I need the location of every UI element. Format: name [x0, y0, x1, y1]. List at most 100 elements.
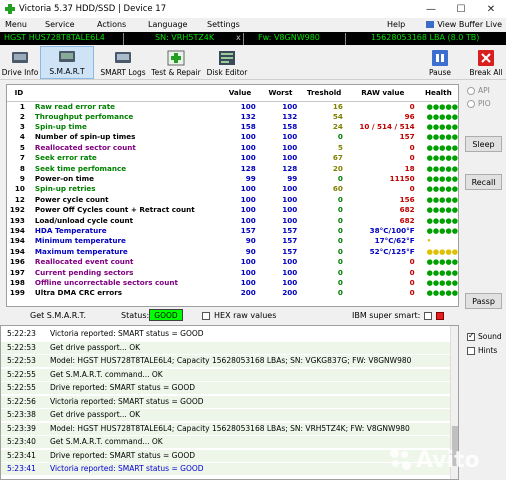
hex-raw-label: HEX raw values [214, 311, 277, 320]
smart-threshold-cell: 20 [332, 163, 343, 173]
smart-row[interactable]: 1 Raw read error rate 100 100 16 0 ●●●●● [7, 101, 458, 112]
menu-item-help[interactable]: Help [387, 20, 405, 29]
pause-button[interactable]: Pause [425, 46, 455, 79]
smart-threshold-cell: 0 [337, 132, 343, 142]
smart-row[interactable]: 193 Load/unload cycle count 100 100 0 682 ●●●●… [7, 215, 458, 225]
col-header-name[interactable] [30, 85, 221, 102]
disk-editor-button[interactable]: Disk Editor [206, 46, 248, 79]
smart-health-cell: ●●●●● [426, 257, 458, 267]
smart-row[interactable]: 3 Spin-up time 158 158 24 10 / 514 / 514 ●●●●● [7, 122, 458, 132]
get-smart-button[interactable]: Get S.M.A.R.T. [30, 309, 86, 322]
smart-id-cell: 5 [19, 142, 25, 152]
col-header-raw[interactable]: RAW value [346, 85, 419, 102]
smart-threshold-cell: 0 [337, 194, 343, 204]
menu-item-actions[interactable]: Actions [97, 20, 126, 29]
smart-threshold-cell: 0 [337, 205, 343, 215]
smart-row[interactable]: 5 Reallocated sector count 100 100 5 0 ●●●●● [7, 143, 458, 153]
test-repair-label: Test & Repair [151, 68, 201, 77]
close-button[interactable]: ✕ [476, 0, 506, 18]
smart-row[interactable]: 2 Throughput perfomance 132 132 54 96 ●●●●● [7, 112, 458, 122]
disk-editor-label: Disk Editor [206, 68, 248, 77]
smart-value-cell: 100 [240, 184, 256, 194]
menu-item-menu[interactable]: Menu [5, 20, 27, 29]
smart-raw-cell: 10 / 514 / 514 [359, 122, 415, 132]
smart-row[interactable]: 198 Offline uncorrectable sectors count 10… [7, 278, 458, 288]
break-all-button[interactable]: Break All [468, 46, 504, 79]
smart-table-header: ID Value Worst Treshold RAW value Health [7, 85, 458, 102]
menu-item-language[interactable]: Language [148, 20, 187, 29]
smart-row[interactable]: 194 Maximum temperature 90 157 0 52°C/125°F ●●… [7, 247, 458, 257]
log-entry: 5:22:55 Drive reported: SMART status = GO… [1, 382, 453, 394]
status-label: Status: [121, 311, 150, 320]
smart-name-cell: HDA Temperature [34, 225, 107, 235]
log-entry: 5:23:39 Model: HGST HUS728T8TALE6L4; Capa… [1, 422, 453, 435]
smart-raw-cell: 52°C/125°F [369, 246, 415, 256]
hex-raw-checkbox[interactable]: HEX raw values [202, 309, 276, 322]
sleep-button[interactable]: Sleep [465, 136, 502, 152]
pio-radio[interactable]: PIO [467, 99, 491, 108]
device-bar: HGST HUS728T8TALE6L4 SN: VRH5TZ4K x Fw: … [0, 32, 506, 46]
disk-editor-icon [218, 50, 236, 66]
smart-raw-cell: 0 [409, 101, 415, 111]
smart-table-body: 1 Raw read error rate 100 100 16 0 ●●●●● 2 Throu… [7, 101, 458, 299]
smart-threshold-cell: 0 [337, 288, 343, 298]
sound-checkbox[interactable]: Sound [467, 331, 502, 341]
log-entry: 5:23:40 Get S.M.A.R.T. command... OK [1, 436, 453, 448]
smart-logs-button[interactable]: SMART Logs [98, 46, 148, 79]
smart-id-cell: 199 [9, 288, 25, 298]
smart-worst-cell: 100 [282, 267, 298, 277]
smart-row[interactable]: 12 Power cycle count 100 100 0 156 ●●●●● [7, 195, 458, 205]
maximize-button[interactable]: ☐ [446, 0, 476, 18]
hints-checkbox[interactable]: Hints [467, 346, 497, 355]
smart-row[interactable]: 199 Ultra DMA CRC errors 200 200 0 0 ●●●●● [7, 288, 458, 298]
smart-name-cell: Spin-up retries [34, 184, 96, 194]
col-header-threshold[interactable]: Treshold [301, 85, 347, 102]
ibm-checkbox-box[interactable] [424, 311, 433, 320]
smart-row[interactable]: 9 Power-on time 99 99 0 11150 ●●●●● [7, 174, 458, 184]
smart-id-cell: 1 [19, 101, 25, 111]
smart-row[interactable]: 194 HDA Temperature 157 157 0 38°C/100°F ●●●●● [7, 226, 458, 236]
title-bar: Victoria 5.37 HDD/SSD | Device 17 — ☐ ✕ [0, 0, 506, 18]
smart-value-cell: 128 [240, 163, 256, 173]
col-header-id[interactable]: ID [7, 85, 31, 102]
test-repair-button[interactable]: Test & Repair [151, 46, 201, 79]
smart-row[interactable]: 192 Power Off Cycles count + Retract coun… [7, 205, 458, 215]
smart-row[interactable]: 194 Minimum temperature 90 157 0 17°C/62°F • [7, 236, 458, 246]
recall-button[interactable]: Recall [465, 174, 502, 190]
view-buffer-live[interactable]: View Buffer Live [426, 20, 502, 29]
drive-info-button[interactable]: Drive Info [1, 46, 39, 79]
window-controls: — ☐ ✕ [416, 0, 506, 18]
smart-worst-cell: 100 [282, 194, 298, 204]
smart-id-cell: 194 [9, 246, 25, 256]
passp-button[interactable]: Passp [465, 293, 502, 309]
smart-row[interactable]: 196 Reallocated event count 100 100 0 0 ●●●●● [7, 257, 458, 267]
log-message: Model: HGST HUS728T8TALE6L4; Capacity 15… [50, 356, 412, 365]
smart-row[interactable]: 197 Current pending sectors 100 100 0 0 ●●●●● [7, 267, 458, 277]
col-header-worst[interactable]: Worst [259, 85, 302, 102]
smart-threshold-cell: 0 [337, 246, 343, 256]
menu-item-settings[interactable]: Settings [207, 20, 240, 29]
ibm-super-smart[interactable]: IBM super smart: [352, 309, 445, 322]
api-radio[interactable]: API [467, 86, 490, 95]
log-time: 5:22:23 [7, 329, 36, 338]
smart-button[interactable]: S.M.A.R.T [40, 46, 94, 79]
log-time: 5:23:39 [7, 423, 36, 433]
smart-threshold-cell: 0 [337, 257, 343, 267]
smart-name-cell: Seek time perfomance [34, 163, 127, 173]
smart-threshold-cell: 0 [337, 267, 343, 277]
smart-row[interactable]: 10 Spin-up retries 100 100 60 0 ●●●●● [7, 184, 458, 194]
col-header-value[interactable]: Value [220, 85, 260, 102]
smart-health-cell: ●●●●● [426, 163, 458, 173]
smart-row[interactable]: 8 Seek time perfomance 128 128 20 18 ●●●●● [7, 163, 458, 173]
smart-value-cell: 157 [240, 225, 256, 235]
smart-name-cell: Maximum temperature [34, 246, 128, 256]
smart-row[interactable]: 4 Number of spin-up times 100 100 0 157 ●●●●● [7, 132, 458, 142]
smart-row[interactable]: 7 Seek error rate 100 100 67 0 ●●●●● [7, 153, 458, 163]
col-header-health[interactable]: Health [418, 85, 458, 102]
smart-name-cell: Load/unload cycle count [34, 215, 134, 225]
log-message: Get S.M.A.R.T. command... OK [50, 437, 163, 446]
smart-health-cell: ●●●●● [426, 288, 458, 298]
device-close-x[interactable]: x [236, 33, 241, 42]
minimize-button[interactable]: — [416, 0, 446, 18]
menu-item-service[interactable]: Service [45, 20, 75, 29]
